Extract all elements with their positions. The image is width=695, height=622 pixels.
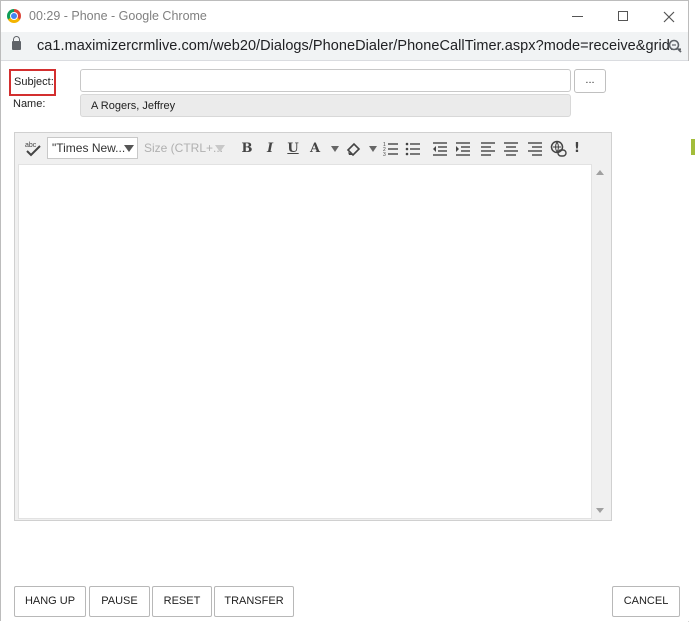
editor-scrollbar[interactable] — [592, 164, 608, 519]
scroll-down-icon[interactable] — [596, 508, 604, 513]
chevron-down-icon — [124, 145, 134, 152]
chrome-logo-icon — [7, 9, 21, 23]
font-size-placeholder: Size (CTRL+... — [144, 141, 224, 155]
transfer-button[interactable]: TRANSFER — [214, 586, 294, 617]
font-color-icon[interactable]: A — [307, 140, 323, 158]
minimize-icon — [571, 15, 583, 17]
indent-icon[interactable] — [455, 140, 471, 158]
align-left-icon[interactable] — [480, 140, 496, 158]
bullet-list-icon[interactable] — [405, 140, 421, 158]
close-icon — [663, 11, 675, 22]
numbered-list-icon[interactable]: 1 2 3 — [383, 140, 399, 158]
editor-toolbar: abc "Times New... Size (CTRL+... B I U A — [18, 136, 608, 162]
maximize-button[interactable] — [608, 5, 638, 27]
bold-icon[interactable]: B — [239, 140, 255, 158]
name-label: Name: — [13, 98, 46, 110]
zoom-icon[interactable] — [668, 39, 682, 53]
close-window-button[interactable] — [654, 5, 684, 27]
font-family-select[interactable]: "Times New... — [47, 137, 138, 159]
font-size-select[interactable]: Size (CTRL+... — [142, 137, 226, 159]
window-title: 00:29 - Phone - Google Chrome — [29, 9, 207, 23]
pause-button[interactable]: PAUSE — [89, 586, 150, 617]
cancel-button[interactable]: CANCEL — [612, 586, 680, 617]
title-bar: 00:29 - Phone - Google Chrome — [1, 1, 688, 32]
chevron-down-icon — [215, 145, 225, 152]
italic-icon[interactable]: I — [262, 140, 278, 158]
spellcheck-icon[interactable]: abc — [24, 140, 42, 158]
highlight-dropdown-icon[interactable] — [369, 146, 377, 152]
chrome-popup-window: 00:29 - Phone - Google Chrome ca1.maximi… — [0, 0, 689, 621]
align-right-icon[interactable] — [527, 140, 543, 158]
background-page-strip — [688, 0, 695, 622]
reset-button[interactable]: RESET — [152, 586, 212, 617]
minimize-button[interactable] — [562, 5, 592, 27]
maximize-icon — [618, 11, 628, 21]
important-icon[interactable]: ! — [571, 140, 583, 158]
notes-text-area[interactable] — [18, 164, 592, 519]
scroll-up-icon[interactable] — [596, 170, 604, 175]
insert-link-icon[interactable] — [550, 140, 567, 158]
align-center-icon[interactable] — [503, 140, 519, 158]
underline-icon[interactable]: U — [285, 140, 301, 158]
subject-input[interactable] — [80, 69, 571, 92]
name-field: A Rogers, Jeffrey — [80, 94, 571, 117]
font-color-dropdown-icon[interactable] — [331, 146, 339, 152]
lock-icon — [12, 36, 21, 50]
font-family-value: "Times New... — [52, 141, 126, 155]
url-text[interactable]: ca1.maximizercrmlive.com/web20/Dialogs/P… — [37, 38, 682, 54]
svg-text:abc: abc — [25, 142, 37, 149]
phone-dialog: Subject: ... Name: A Rogers, Jeffrey abc… — [1, 61, 689, 621]
subject-label: Subject: — [9, 69, 56, 96]
subject-browse-button[interactable]: ... — [574, 69, 606, 93]
svg-text:3: 3 — [383, 152, 386, 158]
hang-up-button[interactable]: HANG UP — [14, 586, 86, 617]
highlight-icon[interactable] — [346, 140, 362, 158]
notes-editor: abc "Times New... Size (CTRL+... B I U A — [14, 132, 612, 521]
outdent-icon[interactable] — [432, 140, 448, 158]
background-accent — [691, 139, 695, 155]
address-bar[interactable]: ca1.maximizercrmlive.com/web20/Dialogs/P… — [1, 32, 688, 61]
